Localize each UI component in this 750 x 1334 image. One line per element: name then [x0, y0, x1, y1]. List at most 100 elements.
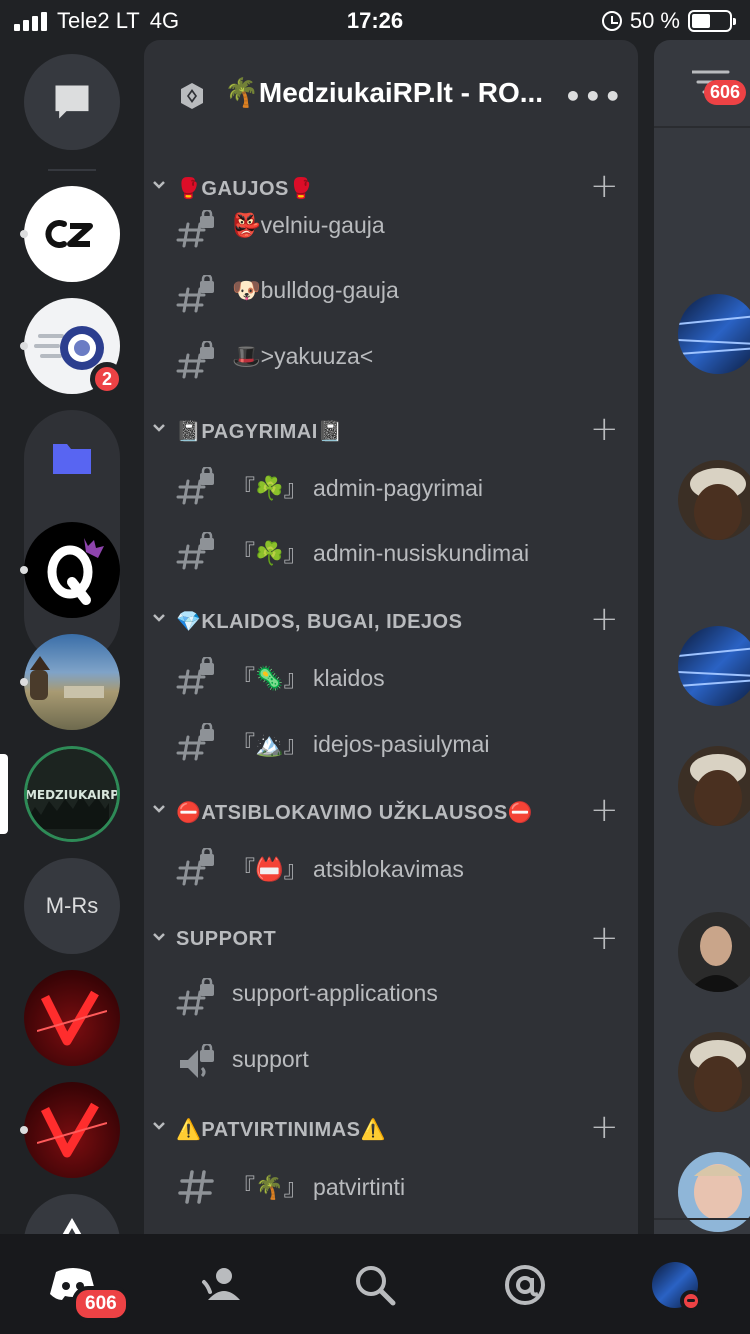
avatar-image	[688, 926, 744, 992]
server-a[interactable]	[24, 1194, 120, 1234]
unread-badge: 606	[704, 80, 747, 105]
channel-item[interactable]: 『🦠』 klaidos	[164, 647, 624, 703]
avatar-image	[678, 647, 750, 687]
message-avatar[interactable]	[678, 1152, 750, 1232]
server-m-rs[interactable]: M-Rs	[24, 858, 120, 954]
locked-text-channel-icon	[176, 721, 216, 763]
chevron-down-icon	[153, 424, 165, 432]
channel-item[interactable]: 『🏔️』 idejos-pasiulymai	[164, 713, 624, 769]
message-avatar[interactable]	[678, 1032, 750, 1112]
category-header[interactable]: 📓PAGYRIMAI📓 +	[144, 409, 638, 453]
locked-voice-channel-icon	[176, 1042, 216, 1084]
unread-indicator	[20, 342, 28, 350]
home-unread-badge: 606	[72, 1286, 130, 1322]
server-initials: M-Rs	[45, 893, 99, 918]
category-header[interactable]: ⚠️PATVIRTINIMAS⚠️ +	[144, 1107, 638, 1151]
server-boost-shield-icon	[181, 83, 203, 109]
category-header[interactable]: SUPPORT +	[144, 918, 638, 962]
search-icon[interactable]	[350, 1260, 400, 1310]
channel-name: 『☘️』 admin-pagyrimai	[232, 475, 484, 501]
message-avatar[interactable]	[678, 460, 750, 540]
channel-name: 👺velniu-gauja	[232, 212, 385, 238]
category-label: SUPPORT	[176, 928, 277, 950]
locked-text-channel-icon	[176, 273, 216, 315]
channel-item[interactable]: support	[164, 1034, 624, 1090]
channel-item[interactable]: 『☘️』 admin-nusiskundimai	[164, 522, 624, 578]
server-folder-toggle[interactable]	[24, 410, 120, 506]
chevron-down-icon	[153, 181, 165, 189]
a-logo-icon	[62, 1217, 82, 1234]
message-avatar[interactable]	[678, 294, 750, 374]
selected-server-indicator	[0, 754, 8, 834]
channel-name: 🐶bulldog-gauja	[232, 277, 399, 303]
channel-name: 『🌴』 patvirtinti	[232, 1174, 406, 1200]
friends-icon[interactable]	[198, 1260, 248, 1310]
category-header[interactable]: 💎KLAIDOS, BUGAI, IDEJOS +	[144, 599, 638, 643]
medziukairp-logo-icon: MEDZIUKAIRP	[27, 749, 117, 839]
unread-indicator	[20, 230, 28, 238]
battery-percent: 50 %	[629, 8, 680, 33]
create-channel-button[interactable]: +	[590, 599, 619, 639]
direct-messages-button[interactable]	[24, 54, 120, 150]
create-channel-button[interactable]: +	[590, 1107, 619, 1147]
server-cz[interactable]	[20, 186, 120, 282]
channel-item[interactable]: 🐶bulldog-gauja	[164, 265, 624, 321]
category-label: 🥊GAUJOS🥊	[176, 178, 315, 200]
server-wheel[interactable]: 2	[20, 298, 124, 396]
channel-item[interactable]: support-applications	[164, 968, 624, 1024]
channel-name: 『🦠』 klaidos	[232, 665, 385, 691]
chevron-down-icon	[153, 933, 165, 941]
channel-item[interactable]: 🎩>yakuuza<	[164, 331, 624, 387]
channel-name: support	[232, 1046, 309, 1072]
channel-item[interactable]: 👺velniu-gauja	[164, 200, 624, 256]
message-avatar[interactable]	[678, 626, 750, 706]
channel-item[interactable]: 『🌴』 patvirtinti	[164, 1156, 624, 1212]
more-options-button[interactable]: •••	[564, 80, 624, 113]
do-not-disturb-status-icon	[680, 1290, 702, 1312]
category-label: 💎KLAIDOS, BUGAI, IDEJOS	[176, 611, 463, 633]
channel-name: support-applications	[232, 980, 438, 1006]
channel-item[interactable]: 『📛』 atsiblokavimas	[164, 838, 624, 894]
v-logo-icon	[37, 1102, 107, 1158]
category-header[interactable]: ⛔ATSIBLOKAVIMO UŽKLAUSOS⛔ +	[144, 790, 638, 834]
landscape-image	[30, 656, 104, 700]
server-mention-badge: 2	[90, 362, 124, 396]
mentions-icon[interactable]	[500, 1260, 550, 1310]
v-logo-icon	[37, 990, 107, 1046]
message-avatar[interactable]	[678, 912, 750, 992]
q-logo-icon	[47, 538, 104, 605]
status-bar: Tele2 LT 4G 17:26 50 %	[0, 0, 750, 40]
create-channel-button[interactable]: +	[590, 918, 619, 958]
medziukairp-logo-text: MEDZIUKAIRP	[27, 788, 117, 802]
server-header[interactable]: 🌴MedziukaiRP.lt - RO... •••	[144, 40, 638, 152]
locked-text-channel-icon	[176, 339, 216, 381]
server-q[interactable]	[20, 522, 120, 618]
create-channel-button[interactable]: +	[590, 790, 619, 830]
server-rail: 2 MEDZIUKAIRP M-Rs	[0, 40, 144, 1234]
server-v-2[interactable]	[20, 1082, 120, 1178]
channel-name: 『🏔️』 idejos-pasiulymai	[232, 731, 490, 757]
server-medziukairp[interactable]: MEDZIUKAIRP	[24, 746, 120, 842]
message-avatar[interactable]	[678, 746, 750, 826]
avatar-image	[690, 754, 746, 826]
channel-item[interactable]: 『☘️』 admin-pagyrimai	[164, 457, 624, 513]
server-v-1[interactable]	[24, 970, 120, 1066]
unread-indicator	[20, 678, 28, 686]
chevron-down-icon	[153, 805, 165, 813]
channel-list: 🌴MedziukaiRP.lt - RO... ••• 🥊GAUJOS🥊 + 👺ve…	[144, 40, 638, 1234]
chat-peek-panel[interactable]: 606	[654, 40, 750, 1234]
chevron-down-icon	[153, 1122, 165, 1130]
text-channel-icon	[176, 1166, 216, 1206]
locked-text-channel-icon	[176, 846, 216, 888]
locked-text-channel-icon	[176, 465, 216, 507]
create-channel-button[interactable]: +	[590, 409, 619, 449]
unread-indicator	[20, 566, 28, 574]
avatar-image	[690, 1040, 746, 1112]
locked-text-channel-icon	[176, 976, 216, 1018]
folder-icon	[53, 444, 91, 474]
channel-name: 🎩>yakuuza<	[232, 343, 374, 369]
category-label: 📓PAGYRIMAI📓	[176, 421, 344, 443]
peek-header-divider	[654, 126, 750, 128]
server-landscape[interactable]	[20, 634, 120, 730]
battery-icon	[688, 10, 736, 32]
